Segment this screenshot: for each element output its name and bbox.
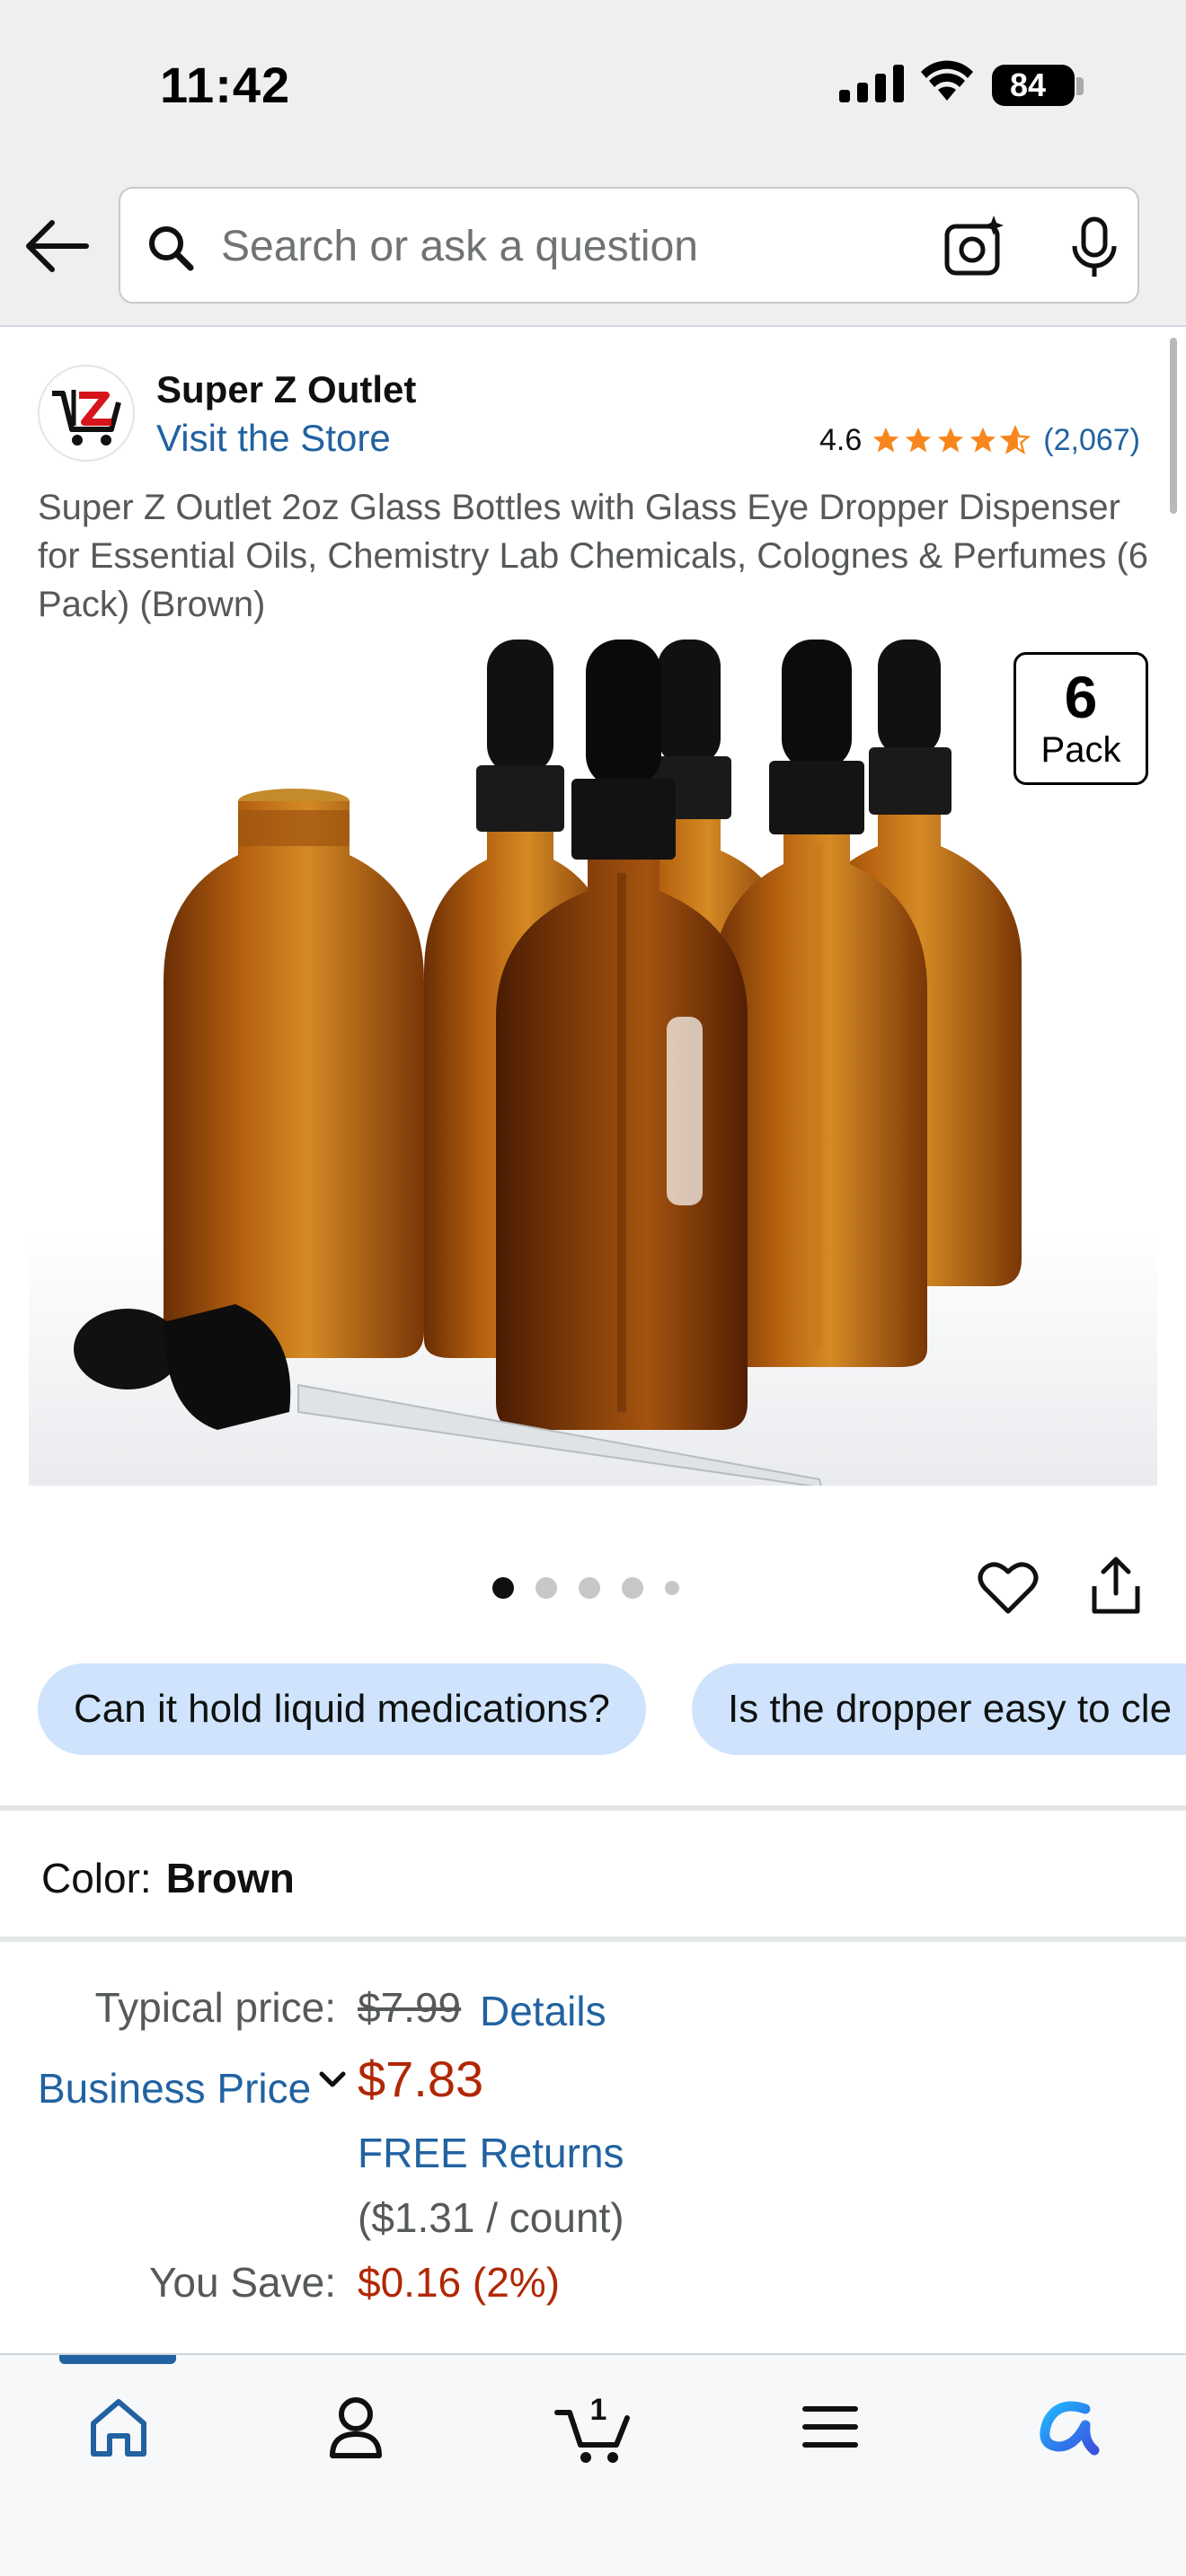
rating-row[interactable]: 4.6 (2,067) xyxy=(819,420,1140,460)
star-full-icon xyxy=(970,427,996,453)
account-icon[interactable] xyxy=(311,2382,401,2472)
product-image[interactable] xyxy=(29,640,1157,1486)
typical-price-label: Typical price: xyxy=(94,1984,336,2031)
section-divider xyxy=(0,1805,1186,1811)
star-rating xyxy=(871,425,1031,455)
back-arrow-icon[interactable] xyxy=(23,212,92,280)
free-returns-link[interactable]: FREE Returns xyxy=(358,2129,624,2177)
cellular-signal-icon xyxy=(839,63,904,102)
scrollbar[interactable] xyxy=(1170,338,1177,514)
business-price-dropdown[interactable]: Business Price xyxy=(38,2064,350,2113)
nav-active-indicator xyxy=(59,2355,176,2364)
rating-count-link[interactable]: (2,067) xyxy=(1043,423,1140,458)
star-half-icon xyxy=(1000,425,1031,454)
carousel-dot[interactable] xyxy=(535,1577,557,1599)
pack-badge: 6 Pack xyxy=(1013,652,1148,785)
chevron-down-icon xyxy=(319,2071,346,2087)
unit-price: ($1.31 / count) xyxy=(358,2194,624,2241)
color-label: Color: xyxy=(41,1855,152,1901)
details-link[interactable]: Details xyxy=(480,1987,606,2035)
carousel-dot[interactable] xyxy=(579,1577,600,1599)
typical-price-value: $7.99 xyxy=(358,1984,462,2031)
battery-level: 84 xyxy=(1009,66,1047,103)
price: $7.83 xyxy=(358,2051,484,2107)
question-chip[interactable]: Is the dropper easy to cle xyxy=(692,1663,1186,1755)
battery-cap xyxy=(1076,77,1084,95)
section-divider xyxy=(0,1936,1186,1942)
pack-label: Pack xyxy=(1040,730,1121,770)
home-icon[interactable] xyxy=(74,2382,164,2472)
microphone-icon[interactable] xyxy=(1060,214,1128,282)
search-box[interactable] xyxy=(119,187,1139,304)
business-price-label: Business Price xyxy=(38,2065,312,2112)
image-carousel-dots[interactable] xyxy=(492,1577,679,1599)
cart-count: 1 xyxy=(590,2393,607,2427)
carousel-dot[interactable] xyxy=(622,1577,643,1599)
share-icon[interactable] xyxy=(1085,1554,1146,1619)
store-logo[interactable] xyxy=(38,365,135,462)
rating-value: 4.6 xyxy=(819,422,863,457)
pack-number: 6 xyxy=(1064,664,1098,730)
wifi-icon xyxy=(921,60,973,101)
rufus-icon[interactable] xyxy=(1022,2382,1112,2472)
star-full-icon xyxy=(938,427,964,453)
search-header xyxy=(0,162,1186,327)
status-time: 11:42 xyxy=(160,57,291,113)
search-icon xyxy=(149,226,194,271)
carousel-dot[interactable] xyxy=(492,1577,514,1599)
store-name: Super Z Outlet xyxy=(156,368,417,410)
battery-icon: 84 xyxy=(992,65,1075,106)
heart-icon[interactable] xyxy=(976,1556,1040,1620)
search-input[interactable] xyxy=(221,212,940,280)
status-bar: 11:42 84 xyxy=(0,0,1186,162)
you-save-label: You Save: xyxy=(148,2259,336,2306)
cart-icon[interactable]: 1 xyxy=(550,2382,640,2472)
menu-icon[interactable] xyxy=(785,2382,875,2472)
star-full-icon xyxy=(873,427,899,453)
star-full-icon xyxy=(906,427,932,453)
camera-lens-icon[interactable] xyxy=(942,214,1010,282)
color-selector[interactable]: Color: Brown xyxy=(41,1854,295,1902)
store-logo-cart-icon xyxy=(52,390,121,446)
carousel-dot[interactable] xyxy=(665,1581,679,1595)
you-save-value: $0.16 (2%) xyxy=(358,2259,561,2306)
question-chip[interactable]: Can it hold liquid medications? xyxy=(38,1663,646,1755)
product-title: Super Z Outlet 2oz Glass Bottles with Gl… xyxy=(38,488,1149,624)
color-value: Brown xyxy=(165,1855,295,1901)
visit-store-link[interactable]: Visit the Store xyxy=(156,417,391,460)
